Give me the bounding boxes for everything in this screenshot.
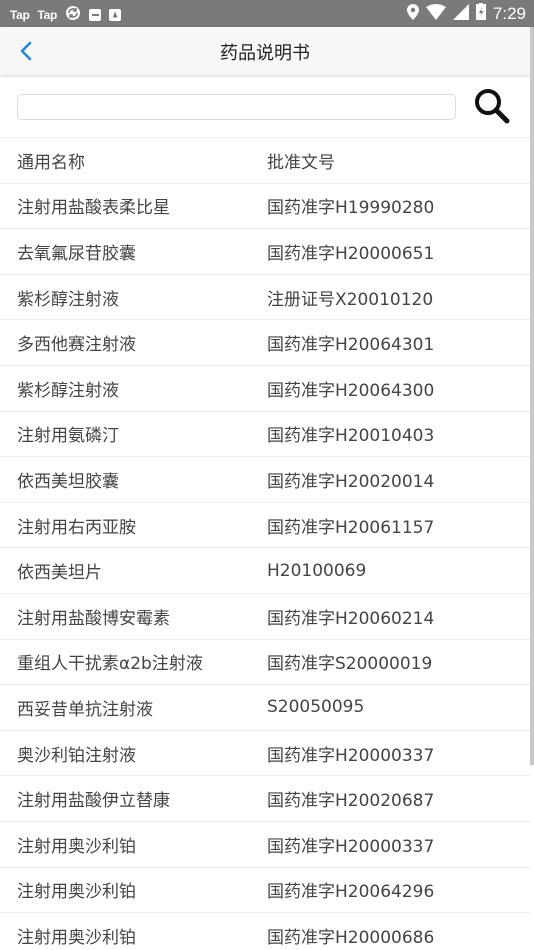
approval-number: 国药准字H20020687 [267,791,435,812]
approval-number: 国药准字H20064300 [267,380,435,401]
table-row[interactable]: 西妥昔单抗注射液 S20050095 [0,684,530,730]
table-header-row: 通用名称 批准文号 [0,137,530,183]
a-icon [109,8,122,21]
drug-table: 通用名称 批准文号 注射用盐酸表柔比星 国药准字H19990280 去氧氟尿苷胶囊国… [0,137,530,950]
table-row[interactable]: 注射用右丙亚胺 国药准字H20061157 [0,501,530,548]
scrollbar[interactable] [530,27,534,765]
search-icon [475,89,510,124]
drug-name: 注射用盐酸表柔比星 [17,198,170,219]
drug-name: 紫杉醇注射液 [17,380,119,401]
table-row[interactable]: 依西美坦胶囊 国药准字H20020014 [0,456,530,502]
app-bar: 药品说明书 [0,27,530,75]
approval-number: 国药准字H20061157 [267,517,435,538]
approval-number: 国药准字H19990280 [267,198,435,219]
drug-name: 去氧氟尿苷胶囊 [17,243,136,264]
sync-icon [65,5,81,24]
status-left-icons: Tap Tap [10,5,122,24]
table-row[interactable]: 重组人干扰素α2b注射液 国药准字S20000019 [0,638,530,685]
table-row[interactable]: 奥沙利铂注射液 国药准字H20000337 [0,729,530,776]
drug-name: 注射用氨磷汀 [17,426,119,447]
drug-name: 奥沙利铂注射液 [17,745,136,766]
column-header-approval-number: 批准文号 [267,152,335,173]
drug-name: 依西美坦胶囊 [17,471,119,492]
table-row[interactable]: 注射用盐酸伊立替康 国药准字H20020687 [0,775,530,821]
signal-icon [452,3,469,24]
table-row[interactable]: 注射用盐酸博安霉素 国药准字H20060214 [0,592,530,639]
approval-number: 注册证号X20010120 [267,289,434,310]
approval-number: 国药准字H20060214 [267,608,435,629]
location-icon [406,3,419,24]
approval-number: 国药准字H20064296 [267,882,435,903]
drug-name: 紫杉醇注射液 [17,289,119,310]
drug-name: 注射用盐酸博安霉素 [17,608,170,629]
column-header-name: 通用名称 [17,152,85,173]
approval-number: 国药准字H20064301 [267,335,435,356]
taptap-icon: Tap [37,7,58,22]
drug-name: 注射用盐酸伊立替康 [17,791,170,812]
table-row[interactable]: 紫杉醇注射液 注册证号X20010120 [0,273,530,320]
drug-name: 多西他赛注射液 [17,335,136,356]
status-time: 7:29 [492,3,526,23]
table-row[interactable]: 注射用奥沙利铂 国药准字H20000686 [0,912,530,950]
table-row[interactable]: 去氧氟尿苷胶囊 国药准字H20000651 [0,228,530,274]
table-row[interactable]: 多西他赛注射液 国药准字H20064301 [0,319,530,365]
drug-name: 注射用奥沙利铂 [17,927,136,948]
approval-number: 国药准字H20010403 [267,426,435,447]
approval-number: 国药准字H20000651 [267,243,435,264]
status-bar: Tap Tap 7:29 [0,0,534,27]
drug-name: 注射用右丙亚胺 [17,517,136,538]
message-icon [89,8,102,21]
search-button[interactable] [472,86,512,126]
table-row[interactable]: 注射用奥沙利铂 国药准字H20064296 [0,866,530,913]
status-right-icons: 7:29 [406,3,526,24]
approval-number: 国药准字S20000019 [267,654,433,675]
search-input[interactable] [17,94,456,120]
approval-number: 国药准字H20000686 [267,927,435,948]
table-row[interactable]: 注射用奥沙利铂 国药准字H20000337 [0,820,530,867]
wifi-icon [425,3,446,24]
drug-name: 重组人干扰素α2b注射液 [17,654,203,675]
table-row[interactable]: 紫杉醇注射液 国药准字H20064300 [0,364,530,411]
table-row[interactable]: 注射用氨磷汀 国药准字H20010403 [0,410,530,457]
approval-number: H20100069 [267,560,367,581]
drug-name: 注射用奥沙利铂 [17,882,136,903]
taptap-icon: Tap [10,7,30,22]
approval-number: S20050095 [267,697,365,718]
search-bar [0,82,530,134]
approval-number: 国药准字H20020014 [267,471,435,492]
page-title: 药品说明书 [220,43,310,64]
table-body: 注射用盐酸表柔比星 国药准字H19990280 去氧氟尿苷胶囊 国药准字H200006… [0,182,530,950]
battery-icon [475,3,486,24]
approval-number: 国药准字H20000337 [267,836,435,857]
table-row[interactable]: 依西美坦片 H20100069 [0,547,530,593]
drug-name: 西妥昔单抗注射液 [17,699,153,720]
drug-name: 依西美坦片 [17,563,102,584]
drug-name: 注射用奥沙利铂 [17,836,136,857]
approval-number: 国药准字H20000337 [267,745,435,766]
table-row[interactable]: 注射用盐酸表柔比星 国药准字H19990280 [0,182,530,229]
